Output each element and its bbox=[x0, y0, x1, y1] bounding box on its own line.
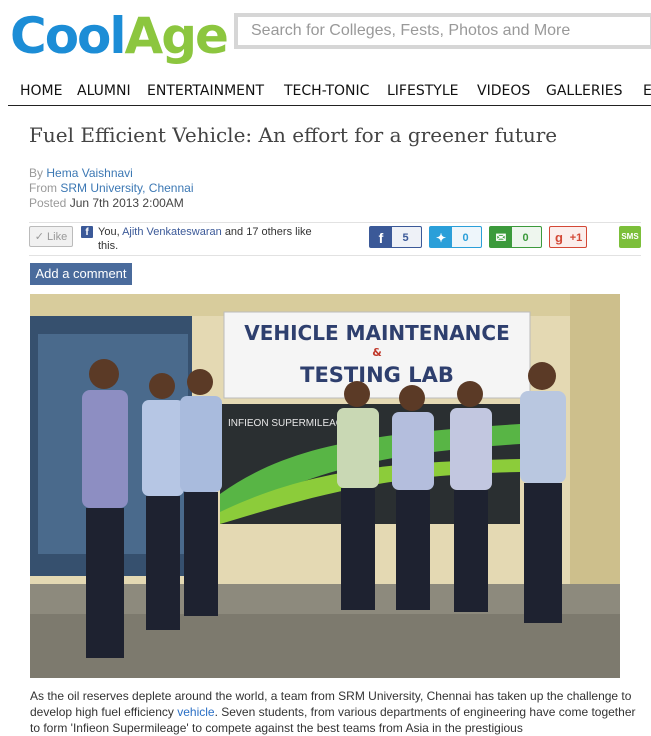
sign-ampersand: & bbox=[372, 346, 382, 359]
facebook-icon: f bbox=[81, 226, 93, 238]
like-summary: You, Ajith Venkateswaran and 17 others l… bbox=[98, 225, 328, 253]
nav-item-tech-tonic[interactable]: TECH-TONIC bbox=[284, 83, 369, 99]
article-body: As the oil reserves deplete around the w… bbox=[30, 688, 645, 736]
banner-text: INFIEON SUPERMILEAGE bbox=[228, 418, 351, 429]
by-label: By bbox=[29, 166, 44, 180]
author-link[interactable]: Hema Vaishnavi bbox=[46, 166, 132, 180]
sms-share-button[interactable]: SMS bbox=[619, 226, 641, 248]
nav-item-alumni[interactable]: ALUMNI bbox=[77, 83, 131, 99]
logo-part-cool: Cool bbox=[10, 7, 127, 65]
like-button[interactable]: ✓ Like bbox=[29, 226, 73, 247]
main-nav: HOME ALUMNI ENTERTAINMENT TECH-TONIC LIF… bbox=[0, 78, 651, 106]
vehicle-link[interactable]: vehicle bbox=[177, 705, 214, 719]
nav-item-home[interactable]: HOME bbox=[20, 83, 62, 99]
logo-part-age: Age bbox=[124, 7, 229, 65]
sign-line-2: TESTING LAB bbox=[300, 363, 454, 387]
from-line: From SRM University, Chennai bbox=[29, 181, 194, 195]
posted-line: Posted Jun 7th 2013 2:00AM bbox=[29, 196, 184, 210]
nav-item-galleries[interactable]: GALLERIES bbox=[546, 83, 622, 99]
gplus-count: +1 bbox=[569, 232, 583, 244]
search-input[interactable] bbox=[238, 17, 650, 45]
gplus-share-button[interactable]: g +1 bbox=[549, 226, 587, 248]
add-comment-button[interactable]: Add a comment bbox=[30, 263, 132, 285]
like-check-icon: ✓ bbox=[34, 231, 44, 243]
facebook-icon: f bbox=[370, 227, 392, 247]
facebook-count: 5 bbox=[402, 232, 409, 244]
coolage-logo[interactable]: CoolAge bbox=[10, 4, 229, 68]
nav-item-entertainment[interactable]: ENTERTAINMENT bbox=[147, 83, 264, 99]
byline: By Hema Vaishnavi bbox=[29, 166, 133, 180]
posted-date: Jun 7th 2013 2:00AM bbox=[69, 196, 184, 210]
institution-link[interactable]: SRM University, Chennai bbox=[60, 181, 193, 195]
facebook-share-button[interactable]: f 5 bbox=[369, 226, 422, 248]
twitter-share-button[interactable]: ✦ 0 bbox=[429, 226, 482, 248]
from-label: From bbox=[29, 181, 57, 195]
twitter-bird-icon: ✦ bbox=[430, 227, 452, 247]
nav-item-videos[interactable]: VIDEOS bbox=[477, 83, 530, 99]
article-photo: INFIEON SUPERMILEAGE VEHICLE MAINTENANCE… bbox=[30, 294, 620, 678]
email-share-button[interactable]: ✉ 0 bbox=[489, 226, 542, 248]
nav-item-lifestyle[interactable]: LIFESTYLE bbox=[387, 83, 458, 99]
search-box[interactable] bbox=[234, 13, 651, 49]
posted-label: Posted bbox=[29, 196, 67, 210]
envelope-icon: ✉ bbox=[490, 227, 512, 247]
article-title: Fuel Efficient Vehicle: An effort for a … bbox=[29, 123, 558, 147]
like-person-link[interactable]: Ajith Venkateswaran bbox=[122, 226, 222, 238]
twitter-count: 0 bbox=[462, 232, 469, 244]
nav-item-overflow[interactable]: E bbox=[643, 83, 651, 99]
like-prefix: You, bbox=[98, 226, 120, 238]
like-button-label: Like bbox=[47, 231, 68, 243]
sign-line-1: VEHICLE MAINTENANCE bbox=[244, 321, 510, 345]
email-count: 0 bbox=[522, 232, 529, 244]
nav-divider bbox=[8, 105, 651, 106]
